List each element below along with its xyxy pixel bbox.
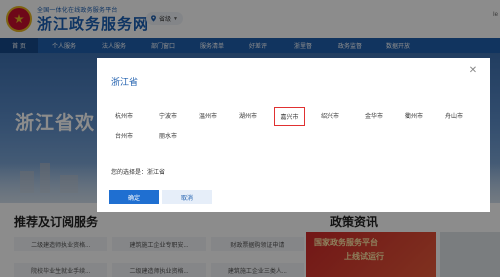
selection-text: 您的选择是：浙江省 [111, 170, 166, 176]
city-option-wenzhou[interactable]: 温州市 [193, 108, 223, 123]
region-picker-dialog: 浙江省 ✕ 杭州市 宁波市 温州市 湖州市 嘉兴市 绍兴市 金华市 衢州市 舟山… [97, 58, 490, 212]
close-icon[interactable]: ✕ [468, 66, 478, 76]
city-option-taizhou[interactable]: 台州市 [109, 128, 139, 143]
city-option-jinhua[interactable]: 金华市 [359, 108, 389, 123]
city-option-shaoxing[interactable]: 绍兴市 [315, 108, 345, 123]
city-option-quzhou[interactable]: 衢州市 [399, 108, 429, 123]
cancel-button[interactable]: 取消 [162, 190, 212, 204]
city-option-hangzhou[interactable]: 杭州市 [109, 108, 139, 123]
city-option-lishui[interactable]: 丽水市 [153, 128, 183, 143]
city-option-zhoushan[interactable]: 舟山市 [439, 108, 469, 123]
confirm-button[interactable]: 确定 [109, 190, 159, 204]
city-option-jiaxing[interactable]: 嘉兴市 [274, 107, 305, 126]
dialog-title: 浙江省 [111, 77, 139, 87]
city-option-ningbo[interactable]: 宁波市 [153, 108, 183, 123]
city-option-huzhou[interactable]: 湖州市 [233, 108, 263, 123]
